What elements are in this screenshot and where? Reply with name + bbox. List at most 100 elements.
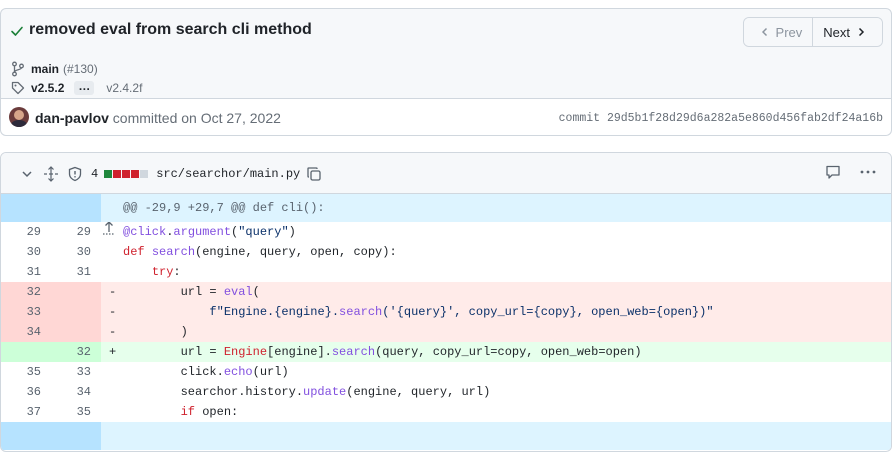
code-line: + url = Engine[engine].search(query, cop… (101, 342, 891, 362)
commit-nav: Prev Next (742, 17, 883, 47)
diff-line-ctx: 37 35 if open: (1, 402, 891, 422)
branch-link[interactable]: main (31, 62, 59, 76)
old-line-number[interactable]: 29 (1, 222, 51, 242)
diff-table: @@ -29,9 +29,7 @@ def cli(): 29 29 @click.… (1, 194, 891, 450)
chevron-down-icon[interactable] (19, 166, 35, 182)
code-line: click.echo(url) (101, 362, 891, 382)
diff-marker: - (109, 325, 117, 339)
expand-tags-button[interactable]: … (74, 80, 95, 95)
diff-line-ctx: 35 33 click.echo(url) (1, 362, 891, 382)
prev-label: Prev (775, 24, 803, 40)
new-line-number[interactable]: 34 (51, 382, 101, 402)
author-link[interactable]: dan-pavlov (35, 110, 109, 126)
diff-lines: 29 29 @click.argument("query") 30 30 def sear… (1, 222, 891, 422)
diff-marker: + (109, 345, 117, 359)
code-text: try: (151, 265, 181, 279)
commit-title: removed eval from search cli method (29, 20, 312, 38)
code-text: url = Engine[engine].search(query, copy_… (123, 345, 642, 359)
diffstat-square (113, 170, 122, 178)
new-line-number[interactable]: 29 (51, 222, 101, 242)
hunk-footer-row (1, 422, 891, 450)
prev-button[interactable]: Prev (743, 18, 814, 46)
old-line-number[interactable]: 35 (1, 362, 51, 382)
commit-sha[interactable]: commit 29d5b1f28d29d6a282a5e860d456fab2d… (559, 112, 883, 125)
next-label: Next (823, 24, 850, 40)
commit-meta: dan-pavlov committed on Oct 27, 2022 com… (1, 98, 891, 135)
diff-line-ctx: 31 31 try: (1, 262, 891, 282)
diff-marker: - (109, 285, 117, 299)
code-text: def search(engine, query, open, copy): (123, 245, 397, 259)
diff-line-del: 33 - f"Engine.{engine}.search('{query}', … (1, 302, 891, 322)
diff-line-ctx: 30 30 def search(engine, query, open, copy… (1, 242, 891, 262)
code-line: @click.argument("query") (101, 222, 891, 242)
comment-icon[interactable] (825, 164, 841, 180)
code-line: if open: (101, 402, 891, 422)
file-path[interactable]: src/searchor/main.py (156, 167, 300, 181)
old-line-number[interactable]: 32 (1, 282, 51, 302)
chevron-left-icon (760, 25, 770, 40)
avatar[interactable] (9, 107, 29, 127)
file-header: 4 src/searchor/main.py (1, 153, 891, 194)
author-line: dan-pavlov committed on Oct 27, 2022 (35, 110, 281, 126)
code-line: searchor.history.update(engine, query, u… (101, 382, 891, 402)
file-diff: 4 src/searchor/main.py @@ -29,9 +29,7 @@… (0, 152, 892, 452)
new-line-number[interactable] (51, 282, 101, 302)
git-branch-icon (12, 61, 24, 77)
new-line-number[interactable]: 32 (51, 342, 101, 362)
branch-row: main (#130) (11, 61, 98, 77)
code-text: click.echo(url) (123, 365, 289, 379)
hunk-header-row: @@ -29,9 +29,7 @@ def cli(): (1, 194, 891, 235)
old-line-number[interactable]: 30 (1, 242, 51, 262)
old-line-number[interactable]: 31 (1, 262, 51, 282)
tag-link-primary[interactable]: v2.5.2 (31, 81, 64, 95)
code-line: - ) (101, 322, 891, 342)
changes-count: 4 (91, 167, 99, 181)
diff-line-ctx: 36 34 searchor.history.update(engine, que… (1, 382, 891, 402)
code-text: @click.argument("query") (123, 225, 296, 239)
commit-title-row: removed eval from search cli method (9, 20, 312, 39)
new-line-number[interactable]: 31 (51, 262, 101, 282)
code-text: f"Engine.{engine}.search('{query}', copy… (209, 305, 714, 319)
code-text: url = eval( (123, 285, 260, 299)
chevron-right-icon (856, 25, 866, 40)
expand-up-button[interactable] (1, 194, 115, 235)
code-line: - f"Engine.{engine}.search('{query}', co… (101, 302, 891, 322)
diffstat-square (140, 170, 149, 178)
code-line: try: (101, 262, 891, 282)
old-line-number[interactable]: 34 (1, 322, 51, 342)
tag-row: v2.5.2 … v2.4.2f (11, 80, 142, 95)
copy-icon[interactable] (306, 166, 322, 182)
shield-icon[interactable] (67, 166, 83, 182)
commit-date-text: committed on Oct 27, 2022 (108, 110, 281, 126)
diffstat-square (104, 170, 113, 178)
hunk-header-text: @@ -29,9 +29,7 @@ def cli(): (101, 194, 891, 222)
check-icon[interactable] (9, 23, 25, 39)
diffstat-square (131, 170, 140, 178)
diff-marker: - (109, 305, 117, 319)
new-line-number[interactable]: 35 (51, 402, 101, 422)
old-line-number[interactable] (1, 342, 51, 362)
expand-down-button[interactable] (1, 422, 115, 450)
diffstat (104, 170, 149, 178)
kebab-menu-icon[interactable] (859, 164, 877, 180)
tag-link-secondary[interactable]: v2.4.2f (106, 81, 142, 95)
diff-line-add: 32 + url = Engine[engine].search(query, c… (1, 342, 891, 362)
next-button[interactable]: Next (813, 18, 882, 46)
old-line-number[interactable]: 33 (1, 302, 51, 322)
diffstat-square (122, 170, 131, 178)
hunk-footer-spacer (101, 422, 891, 450)
new-line-number[interactable]: 30 (51, 242, 101, 262)
new-line-number[interactable] (51, 322, 101, 342)
pr-link[interactable]: (#130) (63, 62, 98, 76)
diff-line-del: 34 - ) (1, 322, 891, 342)
new-line-number[interactable]: 33 (51, 362, 101, 382)
code-line: def search(engine, query, open, copy): (101, 242, 891, 262)
old-line-number[interactable]: 36 (1, 382, 51, 402)
old-line-number[interactable]: 37 (1, 402, 51, 422)
commit-summary: removed eval from search cli method Prev… (1, 9, 891, 98)
code-text: searchor.history.update(engine, query, u… (123, 385, 491, 399)
expand-all-icon[interactable] (43, 166, 59, 182)
new-line-number[interactable] (51, 302, 101, 322)
code-text: ) (123, 325, 188, 339)
tag-icon (11, 81, 25, 95)
